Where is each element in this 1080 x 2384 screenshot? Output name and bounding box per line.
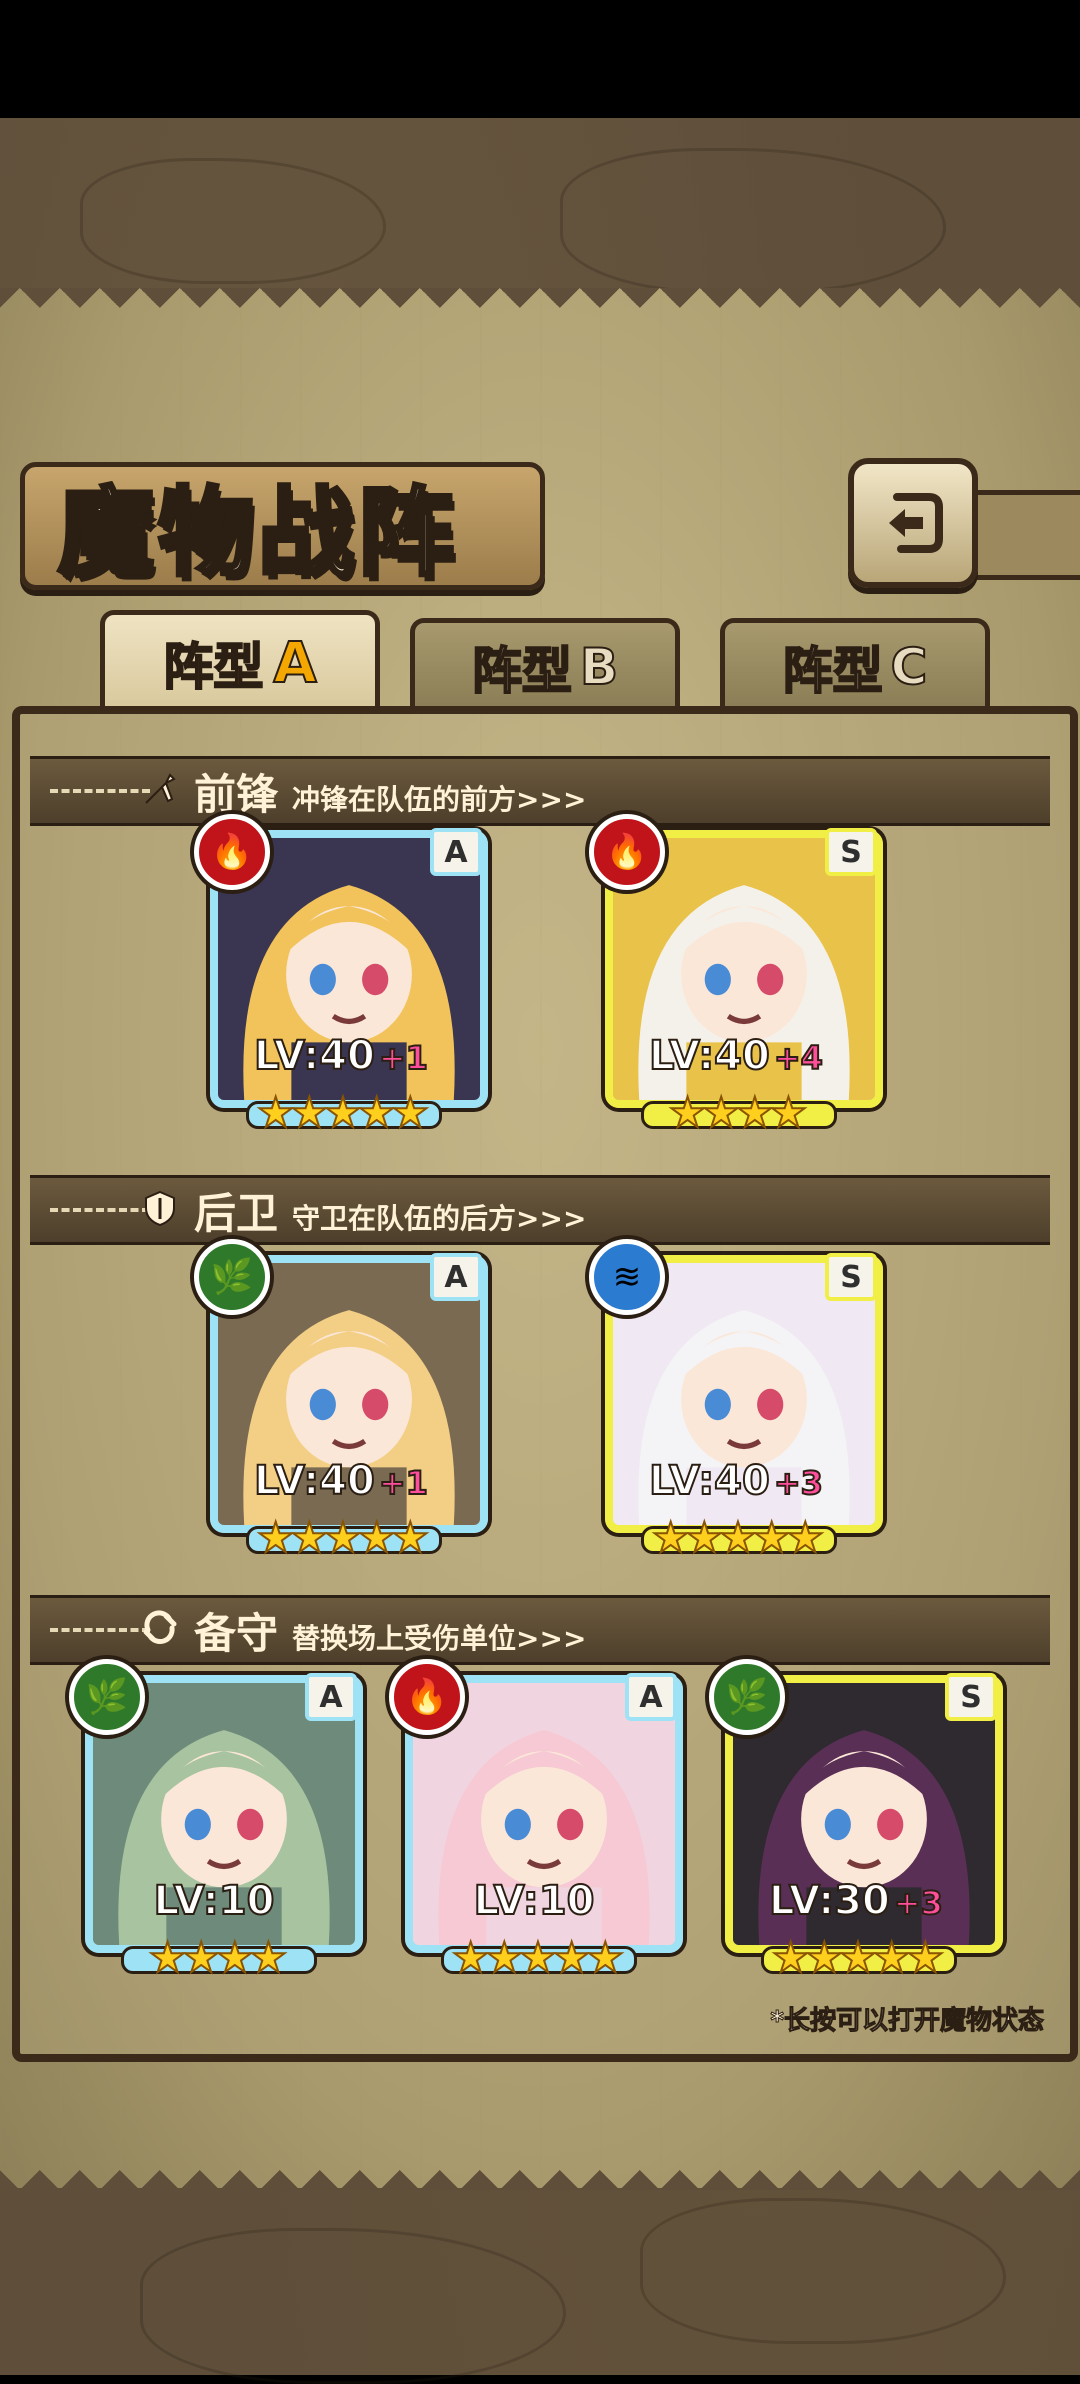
star-rating: ★★★★★ xyxy=(256,1087,430,1138)
section-front-name: 前锋 xyxy=(194,770,279,819)
swap-icon xyxy=(143,1610,177,1644)
wood-element-icon: 🌿 xyxy=(69,1659,145,1735)
return-arrow-icon xyxy=(889,493,943,553)
tab-formation-b[interactable]: 阵型 B xyxy=(410,618,680,711)
level-plus: +1 xyxy=(378,1463,429,1503)
rarity-grade: A xyxy=(430,1253,482,1301)
sword-icon xyxy=(145,773,176,804)
level-label: LV:30 +3 xyxy=(768,1877,944,1925)
page-title: 魔物战阵 xyxy=(56,474,458,591)
level-label: LV:40 +1 xyxy=(253,1032,429,1080)
star-rating: ★★★★★ xyxy=(771,1932,945,1983)
level-plus: +4 xyxy=(773,1038,824,1078)
formation-tabs: 阵型 A 阵型 B 阵型 C xyxy=(20,610,1060,711)
rarity-grade: S xyxy=(825,828,877,876)
section-reserve-name: 备守 xyxy=(194,1609,279,1658)
tab-formation-c[interactable]: 阵型 C xyxy=(720,618,990,711)
water-element-icon: ≋ xyxy=(589,1239,665,1315)
section-reserve-desc: 替换场上受伤单位>>> xyxy=(292,1622,587,1655)
level-label: LV:10 xyxy=(153,1877,276,1925)
rarity-grade: S xyxy=(945,1673,997,1721)
panel-torn-edge-top xyxy=(0,288,1080,328)
monster-card[interactable]: A 🌿 LV:10 ★★★★ xyxy=(69,1659,363,1983)
long-press-hint: *长按可以打开魔物状态 xyxy=(770,2006,1045,2037)
star-rating: ★★★★ xyxy=(668,1087,809,1138)
level-label: LV:40 +3 xyxy=(648,1457,824,1505)
section-back-header: 后卫 守卫在队伍的后方>>> xyxy=(30,1175,1050,1245)
section-back-desc: 守卫在队伍的后方>>> xyxy=(292,1202,587,1235)
monster-card[interactable]: S 🌿 LV:30 +3 ★★★★★ xyxy=(709,1659,1003,1983)
back-button-rail xyxy=(960,490,1080,580)
back-button[interactable] xyxy=(848,458,978,588)
monster-card[interactable]: A 🔥 LV:10 ★★★★★ xyxy=(389,1659,683,1983)
section-front-desc: 冲锋在队伍的前方>>> xyxy=(292,783,587,816)
star-rating: ★★★★★ xyxy=(256,1512,430,1563)
fire-element-icon: 🔥 xyxy=(194,814,270,890)
star-rating: ★★★★★ xyxy=(451,1932,625,1983)
tab-formation-a[interactable]: 阵型 A xyxy=(100,610,380,711)
level-label: LV:40 +1 xyxy=(253,1457,429,1505)
status-bar xyxy=(0,0,1080,118)
wood-element-icon: 🌿 xyxy=(194,1239,270,1315)
shield-icon xyxy=(145,1190,175,1227)
monster-card[interactable]: A 🌿 LV:40 +1 ★★★★★ xyxy=(194,1239,488,1563)
level-plus: +3 xyxy=(893,1883,944,1923)
monster-card[interactable]: S ≋ LV:40 +3 ★★★★★ xyxy=(589,1239,883,1563)
section-front-header: 前锋 冲锋在队伍的前方>>> xyxy=(30,756,1050,826)
fire-element-icon: 🔥 xyxy=(589,814,665,890)
section-back-name: 后卫 xyxy=(194,1189,279,1238)
level-label: LV:10 xyxy=(473,1877,596,1925)
star-rating: ★★★★★ xyxy=(651,1512,825,1563)
rarity-grade: A xyxy=(430,828,482,876)
level-label: LV:40 +4 xyxy=(648,1032,824,1080)
rarity-grade: A xyxy=(305,1673,357,1721)
wood-element-icon: 🌿 xyxy=(709,1659,785,1735)
star-rating: ★★★★ xyxy=(148,1932,289,1983)
monster-card[interactable]: S 🔥 LV:40 +4 ★★★★ xyxy=(589,814,883,1138)
section-reserve-header: 备守 替换场上受伤单位>>> xyxy=(30,1595,1050,1665)
rarity-grade: S xyxy=(825,1253,877,1301)
monster-card[interactable]: A 🔥 LV:40 +1 ★★★★★ xyxy=(194,814,488,1138)
level-plus: +3 xyxy=(773,1463,824,1503)
panel-torn-edge-bottom xyxy=(0,2150,1080,2190)
level-plus: +1 xyxy=(378,1038,429,1078)
fire-element-icon: 🔥 xyxy=(389,1659,465,1735)
rarity-grade: A xyxy=(625,1673,677,1721)
